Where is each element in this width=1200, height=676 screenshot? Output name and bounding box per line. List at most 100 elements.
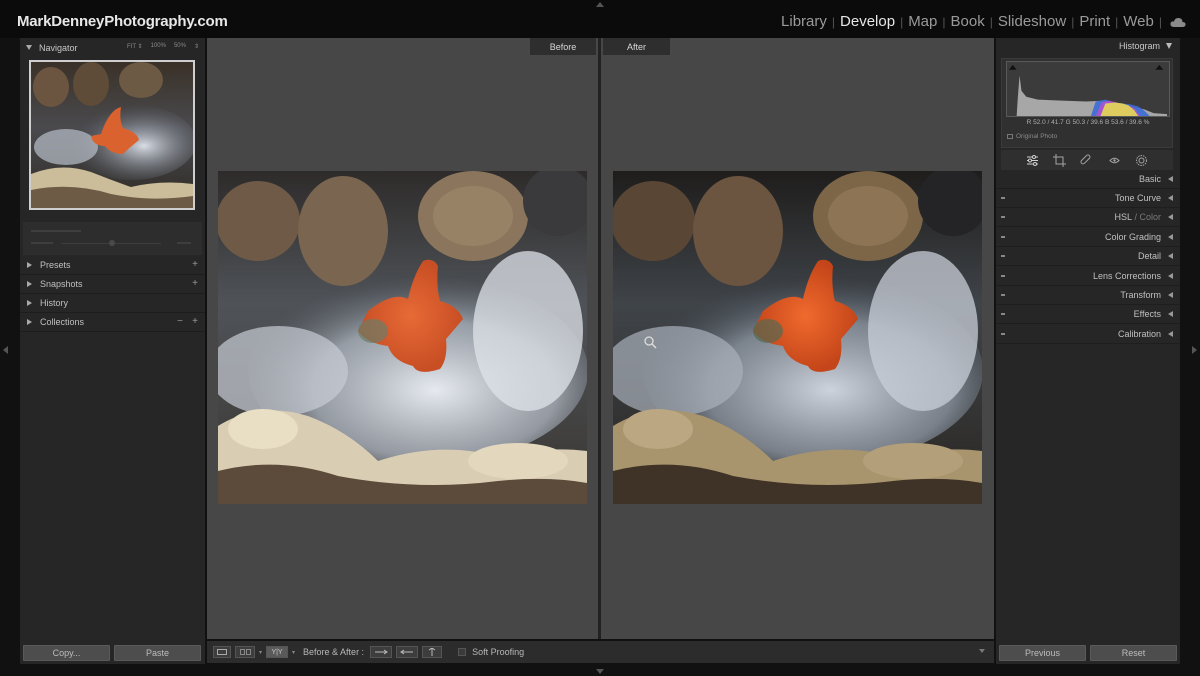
crop-icon[interactable]: [1053, 153, 1067, 167]
tone-curve-section[interactable]: Tone Curve: [996, 189, 1180, 208]
arrow-left-icon: [400, 649, 414, 655]
add-preset-icon[interactable]: +: [192, 259, 198, 270]
panel-toggle-icon[interactable]: [1001, 275, 1005, 277]
previous-button[interactable]: Previous: [999, 645, 1086, 661]
color-grading-section[interactable]: Color Grading: [996, 228, 1180, 247]
paste-button[interactable]: Paste: [114, 645, 201, 661]
healing-brush-icon[interactable]: [1080, 153, 1093, 167]
yy-view-button[interactable]: Y|Y: [266, 646, 289, 658]
toolbar-content-dropdown-icon[interactable]: [979, 649, 985, 653]
zoom-custom[interactable]: ⇕: [194, 43, 199, 50]
expand-triangle-icon: [1168, 273, 1173, 279]
right-panel: Histogram R 52.0 / 41.7 G 50.3 / 39.6 B …: [996, 38, 1180, 664]
top-panel-toggle[interactable]: [596, 2, 604, 7]
panel-toggle-icon[interactable]: [1001, 197, 1005, 199]
histogram-header[interactable]: Histogram: [1119, 41, 1172, 51]
histogram-panel: R 52.0 / 41.7 G 50.3 / 39.6 B 53.6 / 39.…: [1001, 58, 1173, 148]
expand-triangle-icon: [1168, 253, 1173, 259]
collapse-triangle-icon: [1166, 43, 1172, 49]
lens-corrections-label: Lens Corrections: [1092, 271, 1161, 281]
loupe-icon: [217, 649, 227, 655]
right-panel-toggle[interactable]: [1192, 346, 1197, 354]
histogram-graph[interactable]: [1006, 61, 1170, 117]
hsl-color-section[interactable]: HSL / Color: [996, 208, 1180, 227]
shadow-clipping-icon: [1008, 64, 1017, 70]
module-develop[interactable]: Develop: [835, 13, 900, 30]
calibration-section[interactable]: Calibration: [996, 325, 1180, 344]
ghost-slider-thumb: [109, 240, 115, 246]
module-separator: |: [1158, 14, 1162, 29]
arrow-right-icon: [375, 649, 388, 655]
hsl-label: HSL: [1114, 212, 1132, 222]
panel-toggle-icon[interactable]: [1001, 333, 1005, 335]
basic-label: Basic: [1138, 174, 1161, 184]
reset-button[interactable]: Reset: [1090, 645, 1177, 661]
add-collection-icon[interactable]: +: [192, 316, 198, 327]
basic-section[interactable]: Basic: [996, 170, 1180, 189]
color-grading-label: Color Grading: [1104, 232, 1161, 242]
panel-toggle-icon[interactable]: [1001, 313, 1005, 315]
expand-triangle-icon: [1168, 311, 1173, 317]
module-bar: MarkDenneyPhotography.com Library | Deve…: [0, 0, 1200, 38]
module-slideshow[interactable]: Slideshow: [993, 13, 1071, 30]
before-after-view: Before After: [207, 38, 994, 639]
loupe-view-button[interactable]: [213, 646, 231, 658]
effects-section[interactable]: Effects: [996, 305, 1180, 324]
detail-section[interactable]: Detail: [996, 247, 1180, 266]
history-section[interactable]: History: [20, 294, 205, 313]
zoom-100[interactable]: 100%: [151, 43, 166, 50]
after-photo[interactable]: [613, 171, 982, 504]
expand-triangle-icon: [1168, 195, 1173, 201]
panel-toggle-icon[interactable]: [1001, 255, 1005, 257]
collapse-triangle-icon: [26, 45, 32, 50]
module-web[interactable]: Web: [1118, 13, 1159, 30]
view-dropdown-icon[interactable]: ▾: [259, 649, 262, 656]
ghost-text-line: [177, 242, 191, 244]
module-book[interactable]: Book: [946, 13, 990, 30]
transform-section[interactable]: Transform: [996, 286, 1180, 305]
zoom-fit[interactable]: FIT ⇕: [127, 43, 143, 50]
cloud-icon[interactable]: [1170, 17, 1186, 27]
module-map[interactable]: Map: [903, 13, 942, 30]
copy-before-to-after-button[interactable]: [370, 646, 393, 658]
before-after-label: Before & After :: [303, 647, 365, 657]
filmstrip-toggle[interactable]: [596, 669, 604, 674]
before-after-divider: [598, 38, 601, 639]
before-after-split-button[interactable]: [235, 646, 255, 658]
masking-icon[interactable]: [1135, 154, 1148, 167]
left-panel: Navigator FIT ⇕ 100% 50% ⇕ Presets + Sna…: [20, 38, 205, 664]
before-label: Before: [530, 38, 596, 55]
after-label: After: [603, 38, 670, 55]
expand-triangle-icon: [27, 281, 32, 287]
left-panel-toggle[interactable]: [3, 346, 8, 354]
panel-toggle-icon[interactable]: [1001, 236, 1005, 238]
zoom-50[interactable]: 50%: [174, 43, 186, 50]
swap-icon: [428, 648, 436, 656]
highlight-clipping-icon: [1155, 64, 1164, 70]
red-eye-icon[interactable]: [1108, 154, 1121, 167]
module-library[interactable]: Library: [776, 13, 832, 30]
swap-before-after-button[interactable]: [422, 646, 443, 658]
identity-plate: MarkDenneyPhotography.com: [17, 13, 228, 30]
edit-sliders-icon[interactable]: [1026, 154, 1039, 167]
add-snapshot-icon[interactable]: +: [192, 278, 198, 289]
collections-section[interactable]: Collections − +: [20, 313, 205, 332]
expand-triangle-icon: [27, 300, 32, 306]
panel-toggle-icon[interactable]: [1001, 216, 1005, 218]
ghost-text-line: [31, 242, 53, 244]
copy-button[interactable]: Copy...: [23, 645, 110, 661]
presets-section[interactable]: Presets +: [20, 256, 205, 275]
copy-after-to-before-button[interactable]: [396, 646, 419, 658]
expand-triangle-icon: [1168, 176, 1173, 182]
navigator-header[interactable]: Navigator FIT ⇕ 100% 50% ⇕: [20, 38, 205, 57]
navigator-preview[interactable]: [29, 60, 195, 210]
snapshots-section[interactable]: Snapshots +: [20, 275, 205, 294]
module-print[interactable]: Print: [1074, 13, 1115, 30]
remove-collection-icon[interactable]: −: [177, 316, 183, 327]
center-toolbar: ▾ Y|Y ▾ Before & After : Soft Proofing: [207, 641, 994, 663]
panel-toggle-icon[interactable]: [1001, 294, 1005, 296]
soft-proofing-checkbox[interactable]: [458, 648, 467, 656]
lens-corrections-section[interactable]: Lens Corrections: [996, 267, 1180, 286]
yy-dropdown-icon[interactable]: ▾: [292, 649, 295, 656]
before-photo[interactable]: [218, 171, 587, 504]
